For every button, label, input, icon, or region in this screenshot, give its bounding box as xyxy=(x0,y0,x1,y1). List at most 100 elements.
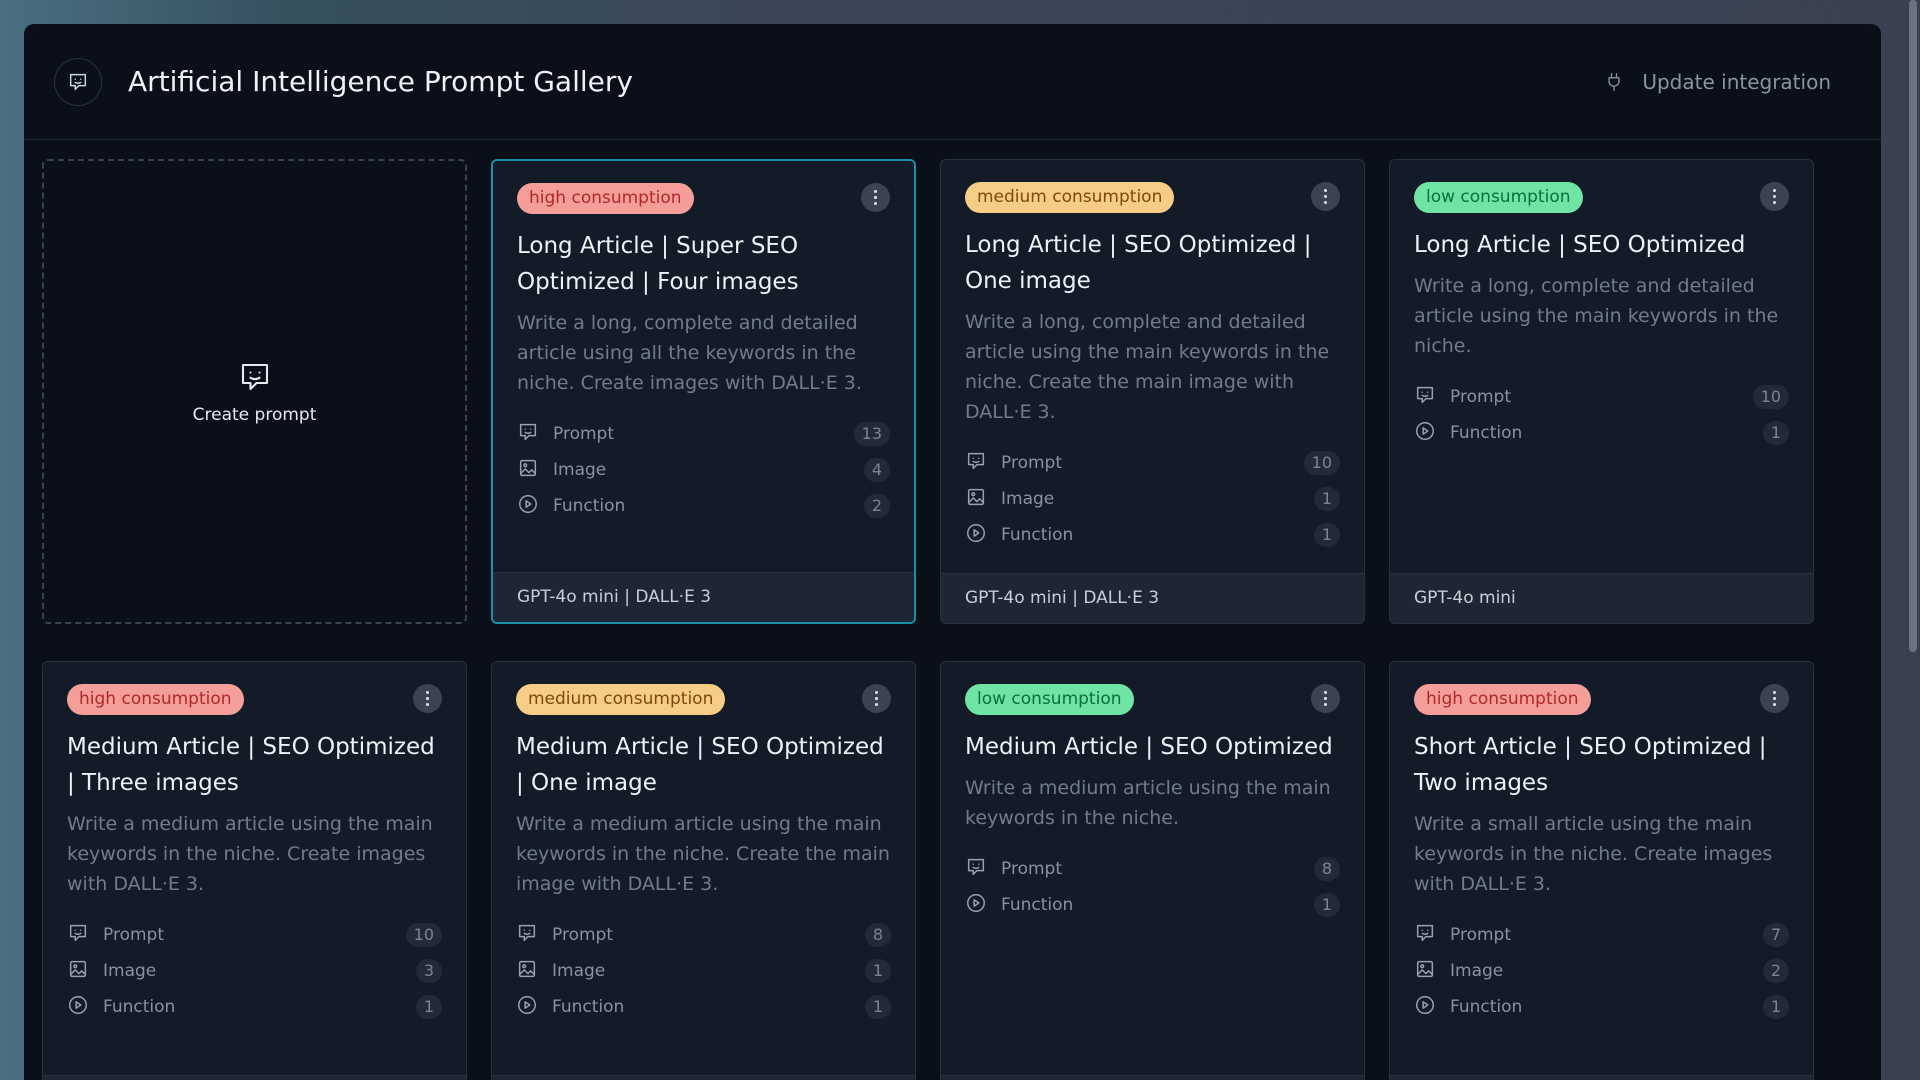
stat-count: 13 xyxy=(853,422,890,446)
more-vertical-icon xyxy=(874,190,877,205)
card-menu-button[interactable] xyxy=(1760,684,1789,713)
card-title: Medium Article | SEO Optimized xyxy=(965,734,1333,760)
consumption-badge: medium consumption xyxy=(516,684,726,715)
card-menu-button[interactable] xyxy=(1760,182,1789,211)
card-title: Medium Article | SEO Optimized | One ima… xyxy=(516,734,884,796)
stat-label: Prompt xyxy=(1450,387,1511,407)
card-description: Write a medium article using the main ke… xyxy=(965,777,1331,829)
stat-count: 1 xyxy=(1762,421,1789,445)
scrollbar-thumb[interactable] xyxy=(1909,0,1917,652)
card-stats: Prompt 10 Function 1 xyxy=(1414,379,1789,451)
chat-smile-icon xyxy=(517,421,539,447)
card-stats: Prompt 10 Image 3 Function 1 xyxy=(67,917,442,1025)
stat-count: 1 xyxy=(1313,487,1340,511)
play-circle-icon xyxy=(1414,420,1436,446)
stat-label: Image xyxy=(103,961,157,981)
card-stats: Prompt 7 Image 2 Function 1 xyxy=(1414,917,1789,1025)
page-scrollbar[interactable] xyxy=(1906,0,1920,1080)
stat-row-function: Function 1 xyxy=(516,989,891,1025)
stat-count: 1 xyxy=(1313,523,1340,547)
stat-count: 1 xyxy=(1313,893,1340,917)
stat-count: 8 xyxy=(864,923,891,947)
consumption-badge: low consumption xyxy=(1414,182,1583,213)
play-circle-icon xyxy=(965,522,987,548)
stat-count: 1 xyxy=(864,959,891,983)
stat-label: Function xyxy=(1001,525,1074,545)
stat-row-function: Function 1 xyxy=(965,517,1340,553)
consumption-badge: low consumption xyxy=(965,684,1134,715)
card-body: low consumption Long Article | SEO Optim… xyxy=(1390,160,1813,451)
stat-count: 10 xyxy=(405,923,442,947)
stat-label: Prompt xyxy=(103,925,164,945)
prompt-card[interactable]: medium consumption Long Article | SEO Op… xyxy=(940,159,1365,624)
chat-smile-icon xyxy=(1414,384,1436,410)
card-menu-button[interactable] xyxy=(1311,684,1340,713)
card-stats: Prompt 13 Image 4 Function 2 xyxy=(517,416,890,524)
prompt-card[interactable]: medium consumption Medium Article | SEO … xyxy=(491,661,916,1080)
card-body: medium consumption Medium Article | SEO … xyxy=(492,662,915,1025)
card-body: high consumption Short Article | SEO Opt… xyxy=(1390,662,1813,1025)
stat-label: Function xyxy=(1450,997,1523,1017)
consumption-badge: high consumption xyxy=(517,183,694,214)
stat-row-image: Image 4 xyxy=(517,452,890,488)
card-body: high consumption Medium Article | SEO Op… xyxy=(43,662,466,1025)
stat-row-function: Function 1 xyxy=(67,989,442,1025)
stat-label: Function xyxy=(1450,423,1523,443)
card-model-footer xyxy=(43,1075,466,1080)
card-description: Write a long, complete and detailed arti… xyxy=(965,311,1330,423)
prompt-card[interactable]: low consumption Medium Article | SEO Opt… xyxy=(940,661,1365,1080)
stat-count: 2 xyxy=(1762,959,1789,983)
card-title: Long Article | SEO Optimized | One image xyxy=(965,232,1312,294)
prompt-card[interactable]: high consumption Medium Article | SEO Op… xyxy=(42,661,467,1080)
more-vertical-icon xyxy=(1773,189,1776,204)
card-body: high consumption Long Article | Super SE… xyxy=(493,161,914,524)
stat-label: Image xyxy=(553,460,607,480)
more-vertical-icon xyxy=(1324,691,1327,706)
prompt-card[interactable]: high consumption Short Article | SEO Opt… xyxy=(1389,661,1814,1080)
card-menu-button[interactable] xyxy=(861,183,890,212)
image-icon xyxy=(1414,958,1436,984)
stat-count: 10 xyxy=(1752,385,1789,409)
stat-count: 2 xyxy=(863,494,890,518)
stat-label: Prompt xyxy=(553,424,614,444)
card-description: Write a long, complete and detailed arti… xyxy=(1414,275,1779,357)
stat-label: Prompt xyxy=(1001,453,1062,473)
card-model-footer xyxy=(941,1075,1364,1080)
card-stats: Prompt 10 Image 1 Function 1 xyxy=(965,445,1340,553)
card-model-footer: GPT-4o mini | DALL·E 3 xyxy=(941,573,1364,623)
prompt-card[interactable]: high consumption Long Article | Super SE… xyxy=(491,159,916,624)
create-prompt-label: Create prompt xyxy=(192,404,317,425)
stat-label: Prompt xyxy=(1450,925,1511,945)
chat-smile-icon xyxy=(241,363,268,390)
more-vertical-icon xyxy=(1324,189,1327,204)
stat-count: 1 xyxy=(1762,995,1789,1019)
stat-count: 8 xyxy=(1313,857,1340,881)
stat-count: 10 xyxy=(1303,451,1340,475)
more-vertical-icon xyxy=(875,691,878,706)
card-menu-button[interactable] xyxy=(413,684,442,713)
consumption-badge: high consumption xyxy=(67,684,244,715)
stat-row-image: Image 2 xyxy=(1414,953,1789,989)
card-description: Write a long, complete and detailed arti… xyxy=(517,312,862,394)
card-menu-button[interactable] xyxy=(1311,182,1340,211)
stat-row-function: Function 1 xyxy=(965,887,1340,923)
card-description: Write a medium article using the main ke… xyxy=(516,813,890,895)
image-icon xyxy=(517,457,539,483)
stat-count: 1 xyxy=(864,995,891,1019)
prompt-card[interactable]: low consumption Long Article | SEO Optim… xyxy=(1389,159,1814,624)
card-description: Write a small article using the main key… xyxy=(1414,813,1773,895)
image-icon xyxy=(516,958,538,984)
card-title: Short Article | SEO Optimized | Two imag… xyxy=(1414,734,1767,796)
chat-smile-icon xyxy=(965,856,987,882)
stat-label: Function xyxy=(553,496,626,516)
card-menu-button[interactable] xyxy=(862,684,891,713)
play-circle-icon xyxy=(516,994,538,1020)
stat-label: Image xyxy=(1001,489,1055,509)
chat-smile-icon xyxy=(965,450,987,476)
card-title: Long Article | Super SEO Optimized | Fou… xyxy=(517,233,799,295)
stat-row-function: Function 2 xyxy=(517,488,890,524)
update-integration-button[interactable]: Update integration xyxy=(1604,70,1831,94)
create-prompt-card[interactable]: Create prompt xyxy=(42,159,467,624)
card-stats: Prompt 8 Function 1 xyxy=(965,851,1340,923)
stat-label: Function xyxy=(103,997,176,1017)
